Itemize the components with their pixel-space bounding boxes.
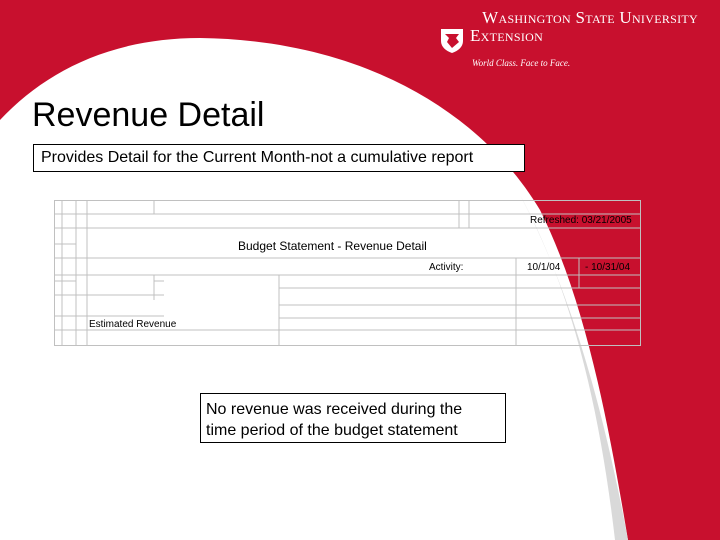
note-line-1: No revenue was received during the — [206, 401, 463, 418]
brand-extension-name: Extension — [470, 26, 544, 45]
report-screenshot: Refreshed: 03/21/2005 Budget Statement -… — [54, 200, 641, 346]
note-callout: No revenue was received during the time … — [200, 393, 506, 443]
report-date-from: 10/1/04 — [527, 262, 561, 273]
report-estimated-revenue-label: Estimated Revenue — [89, 319, 177, 330]
slide-title: Revenue Detail — [32, 96, 265, 134]
wsu-cougar-logo-icon — [441, 29, 463, 53]
slide: Washington State University Extension Wo… — [0, 0, 720, 540]
report-refreshed-date: Refreshed: 03/21/2005 — [530, 215, 632, 226]
brand-university-name: Washington State University — [482, 8, 698, 27]
report-title: Budget Statement - Revenue Detail — [238, 239, 427, 253]
subtitle-box: Provides Detail for the Current Month-no… — [33, 144, 525, 172]
brand-tagline: World Class. Face to Face. — [472, 58, 571, 68]
report-date-to: - 10/31/04 — [585, 262, 631, 273]
report-activity-label: Activity: — [429, 262, 464, 273]
note-line-2: time period of the budget statement — [206, 422, 458, 439]
